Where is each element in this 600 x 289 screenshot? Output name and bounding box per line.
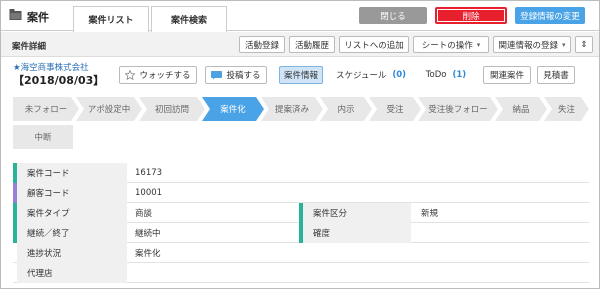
field-value [135,263,295,283]
sheet-operation-label: シートの操作 [421,40,473,51]
edit-registration-button[interactable]: 登録情報の変更 [515,7,585,24]
step-suspended[interactable]: 中断 [13,125,73,149]
table-row: 顧客コード 10001 [13,183,589,203]
step-delivered[interactable]: 納品 [495,97,547,121]
watch-button[interactable]: ウォッチする [119,66,197,84]
estimate-button[interactable]: 見積書 [537,66,575,84]
related-info-label: 関連情報の登録 [498,40,558,51]
sheet-operation-dropdown[interactable]: シートの操作 ▾ [413,36,489,53]
add-to-list-button[interactable]: リストへの追加 [339,36,409,53]
related-cases-button[interactable]: 関連案件 [483,66,531,84]
field-label: 案件コード [17,163,127,183]
step-proposed[interactable]: 提案済み [261,97,323,121]
table-row: 継続／終了 継続中 確度 [13,223,589,243]
field-value: 案件化 [135,249,161,259]
step-ordered[interactable]: 受注 [369,97,421,121]
field-label: 進捗状況 [17,243,127,263]
field-value: 新規 [421,209,439,219]
step-lost[interactable]: 失注 [544,97,589,121]
step-appointment[interactable]: アポ設定中 [76,97,142,121]
section-title: 案件詳細 [12,42,47,52]
field-label: 案件区分 [303,203,411,223]
todo-label: ToDo [425,70,447,80]
table-row: 案件タイプ 商談 案件区分 新規 [13,203,589,223]
schedule-count: (0) [392,70,407,80]
step-case[interactable]: 案件化 [202,97,264,121]
progress-steps: 未フォロー アポ設定中 初回訪問 案件化 提案済み 内示 受注 受注後フォロー … [13,97,589,121]
chevron-down-icon: ▾ [476,40,481,49]
top-bar: 案件 案件リスト 案件検索 閉じる 削除 登録情報の変更 [1,1,599,32]
field-value: 10001 [135,188,163,198]
schedule-label: スケジュール [335,71,387,81]
step-informal[interactable]: 内示 [320,97,372,121]
activity-history-button[interactable]: 活動履歴 [289,36,335,53]
field-value: 継続中 [135,229,161,239]
field-label: 顧客コード [17,183,127,203]
post-label: 投稿する [226,71,261,81]
folder-icon [9,9,22,20]
post-button[interactable]: 投稿する [205,66,267,84]
tab-todo[interactable]: ToDo (1) [419,66,473,84]
table-row: 案件コード 16173 [13,163,589,183]
expand-icon[interactable]: ⇕ [575,36,593,53]
step-unfollowed[interactable]: 未フォロー [13,97,79,121]
comment-icon [211,70,223,79]
field-value [421,223,581,243]
field-label: 確度 [303,223,411,243]
field-value: 商談 [135,209,153,219]
app-title: 案件 [27,11,49,24]
watch-label: ウォッチする [139,71,191,81]
detail-toolbar: 案件詳細 活動登録 活動履歴 リストへの追加 シートの操作 ▾ 関連情報の登録 … [1,32,599,57]
field-label: 継続／終了 [17,223,127,243]
table-row: 進捗状況 案件化 [13,243,589,263]
tab-case-search[interactable]: 案件検索 [151,6,227,32]
todo-count: (1) [452,70,467,80]
window: 案件 案件リスト 案件検索 閉じる 削除 登録情報の変更 案件詳細 活動登録 活… [0,0,600,289]
related-info-dropdown[interactable]: 関連情報の登録 ▾ [493,36,571,53]
tab-case-list[interactable]: 案件リスト [73,6,149,32]
chevron-down-icon: ▾ [562,40,566,49]
field-label: 案件タイプ [17,203,127,223]
step-first-visit[interactable]: 初回訪問 [139,97,205,121]
field-value: 16173 [135,168,163,178]
tab-case-info[interactable]: 案件情報 [279,66,323,84]
delete-button[interactable]: 削除 [435,7,507,24]
activity-register-button[interactable]: 活動登録 [239,36,285,53]
table-row: 代理店 [13,263,589,283]
step-post-order-follow[interactable]: 受注後フォロー [418,97,498,121]
tab-schedule[interactable]: スケジュール (0) [331,66,411,84]
field-label: 代理店 [17,263,127,283]
close-button[interactable]: 閉じる [359,7,427,24]
star-icon [125,70,136,80]
record-date: 【2018/08/03】 [13,74,105,87]
